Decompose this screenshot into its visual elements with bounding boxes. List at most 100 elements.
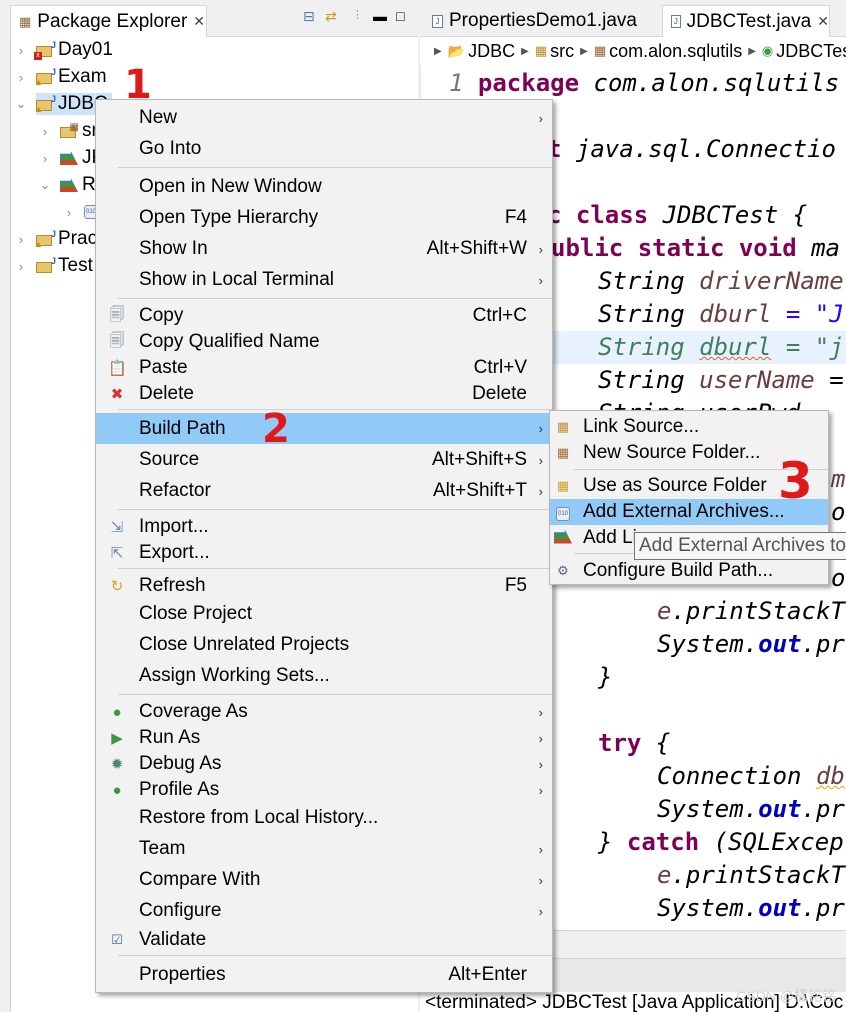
chevron-right-icon[interactable]: › [14,259,28,274]
menu-item-coverage-as[interactable]: ● Coverage As › [96,699,552,725]
code-line-main: ublic static void ma [551,234,840,262]
breadcrumb-item[interactable]: JDBCTest [776,41,846,62]
chevron-right-icon[interactable]: › [14,43,28,58]
breadcrumb-item[interactable]: src [550,41,574,62]
chevron-down-icon[interactable]: ⌄ [38,177,52,193]
tab-propertiesdemo1[interactable]: J PropertiesDemo1.java [424,5,662,37]
code-line-catch: } catch (SQLExcep [598,828,844,856]
menu-separator [118,409,552,410]
annotation-3: 3 [778,452,813,510]
menu-item-team[interactable]: Team › [96,836,552,862]
chevron-right-icon: › [538,756,543,772]
chevron-right-icon: › [538,903,543,919]
tree-item-exam[interactable]: › J ▲ Exam [14,64,107,90]
tree-item-test[interactable]: › J Test [14,253,93,279]
menu-item-open-type-hierarchy[interactable]: Open Type Hierarchy F4 [96,205,552,231]
class-icon: ◉ [761,43,774,58]
menu-item-validate[interactable]: ☑ Validate [96,927,552,953]
menu-item-run-as[interactable]: ▶ Run As › [96,725,552,751]
menu-item-copy-qualified-name[interactable]: 🗐 Copy Qualified Name [96,329,552,355]
menu-item-show-in-local-terminal[interactable]: Show in Local Terminal › [96,267,552,293]
code-line-partial: or [831,498,846,526]
code-line-dburl-comment: String dburl = "j [551,331,846,364]
line-number: 1 [449,69,464,97]
library-icon [60,178,78,192]
submenu-item-configure-build-path[interactable]: ⚙ Configure Build Path... [550,558,828,584]
breadcrumb-item[interactable]: JDBC [468,41,515,62]
project-icon: 📂 [447,42,466,59]
menu-separator [118,509,552,510]
validate-checkbox-icon: ☑ [111,932,123,947]
watermark: CSDN @橘铭铭 [736,988,836,1004]
menu-item-open-new-window[interactable]: Open in New Window [96,174,552,200]
link-with-editor-icon[interactable]: ⇄ [325,8,337,25]
breadcrumb-item[interactable]: com.alon.sqlutils [609,41,742,62]
context-menu: New › Go Into Open in New Window Open Typ… [95,99,553,993]
menu-separator [118,568,552,569]
package-explorer-icon: ▦ [19,13,32,29]
menu-item-properties[interactable]: Properties Alt+Enter [96,962,552,988]
menu-item-close-unrelated-projects[interactable]: Close Unrelated Projects [96,632,552,658]
menu-item-configure[interactable]: Configure › [96,898,552,924]
chevron-right-icon: › [538,241,543,257]
project-error-icon: Jx [34,40,56,60]
package-explorer-tab[interactable]: ▦ Package Explorer ✕ [10,5,207,37]
menu-item-show-in[interactable]: Show In Alt+Shift+W › [96,236,552,262]
close-icon[interactable]: ✕ [817,13,829,30]
use-as-source-folder-icon: ▦ [556,478,570,493]
menu-separator [118,694,552,695]
link-source-icon: ▦ [556,419,570,434]
close-icon[interactable]: ✕ [193,13,205,30]
menu-item-debug-as[interactable]: ✹ Debug As › [96,751,552,777]
breadcrumb-arrow-icon: ▶ [521,45,529,57]
menu-item-refresh[interactable]: ↻ Refresh F5 [96,573,552,599]
menu-item-copy[interactable]: 🗐 Copy Ctrl+C [96,303,552,329]
tree-item-day01[interactable]: › Jx Day01 [14,37,113,63]
chevron-right-icon: › [538,452,543,468]
menu-item-export[interactable]: ⇱ Export... [96,540,552,566]
code-line-sysout: System.out.pr [657,894,845,922]
tab-jdbctest[interactable]: J JDBCTest.java ✕ [662,5,830,37]
view-menu-icon[interactable]: ⋮ [352,8,363,21]
menu-item-assign-working-sets[interactable]: Assign Working Sets... [96,663,552,689]
menu-separator [118,298,552,299]
package-icon: ▦ [593,43,607,58]
chevron-right-icon[interactable]: › [14,70,28,85]
chevron-down-icon[interactable]: ⌄ [14,96,28,112]
minimize-icon[interactable]: ▬ [373,8,387,24]
chevron-right-icon: › [538,704,543,720]
submenu-item-link-source[interactable]: ▦ Link Source... [550,414,828,440]
source-folder-icon: ▦ [534,43,548,58]
chevron-right-icon[interactable]: › [38,151,52,166]
maximize-icon[interactable]: □ [396,8,404,24]
code-line-partial: ot [831,564,846,592]
menu-item-import[interactable]: ⇲ Import... [96,514,552,540]
paste-icon: 📋 [108,360,127,377]
menu-item-profile-as[interactable]: ● Profile As › [96,777,552,803]
code-line-connection: Connection db [657,762,845,790]
export-icon: ⇱ [110,545,124,562]
chevron-right-icon[interactable]: › [14,232,28,247]
import-icon: ⇲ [110,519,124,536]
menu-item-compare-with[interactable]: Compare With › [96,867,552,893]
menu-item-build-path[interactable]: Build Path › [96,413,552,444]
collapse-all-icon[interactable]: ⊟ [303,8,315,25]
menu-item-delete[interactable]: ✖ Delete Delete [96,381,552,407]
chevron-right-icon[interactable]: › [62,205,76,220]
chevron-right-icon[interactable]: › [38,124,52,139]
tab-label: PropertiesDemo1.java [449,10,637,31]
menu-item-new[interactable]: New › [96,105,552,131]
menu-item-go-into[interactable]: Go Into [96,136,552,162]
menu-item-restore-local-history[interactable]: Restore from Local History... [96,805,552,831]
menu-item-close-project[interactable]: Close Project [96,601,552,627]
menu-item-refactor[interactable]: Refactor Alt+Shift+T › [96,478,552,504]
project-warning-icon: J ▲ [34,229,56,249]
code-line-close-brace: } [598,663,613,691]
chevron-right-icon: › [538,110,543,126]
configure-build-path-icon: ⚙ [557,563,569,578]
menu-item-source[interactable]: Source Alt+Shift+S › [96,447,552,473]
chevron-right-icon: › [538,421,543,436]
menu-separator [118,955,552,956]
menu-item-paste[interactable]: 📋 Paste Ctrl+V [96,355,552,381]
code-line-import: t java.sql.Connectio [547,135,836,163]
